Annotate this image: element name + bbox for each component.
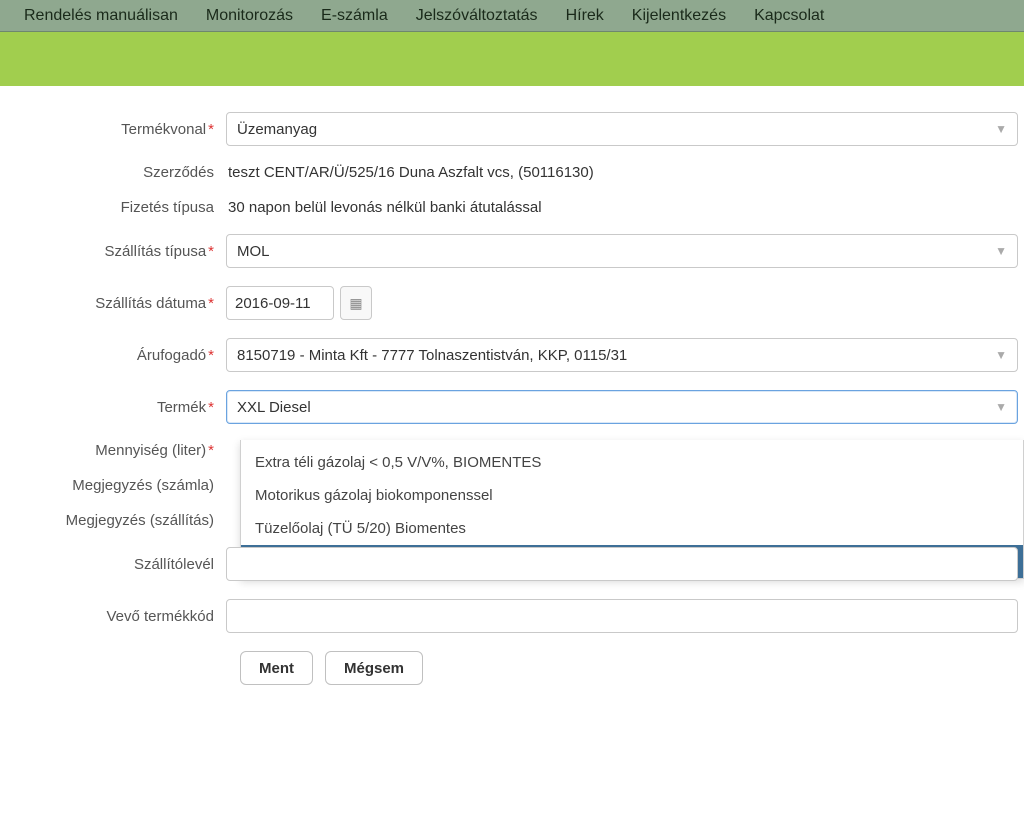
label-delivery-type: Szállítás típusa*: [0, 243, 226, 260]
label-payment-type: Fizetés típusa: [0, 199, 226, 216]
chevron-down-icon: ▼: [995, 400, 1007, 414]
label-note-invoice: Megjegyzés (számla): [0, 477, 226, 494]
payment-type-value: 30 napon belül levonás nélkül banki átut…: [226, 199, 1024, 216]
chevron-down-icon: ▼: [995, 122, 1007, 136]
nav-item-contact[interactable]: Kapcsolat: [740, 0, 838, 31]
label-product-line: Termékvonal*: [0, 121, 226, 138]
label-product: Termék*: [0, 399, 226, 416]
buyer-code-input[interactable]: [226, 599, 1018, 633]
consignee-select[interactable]: 8150719 - Minta Kft - 7777 Tolnaszentist…: [226, 338, 1018, 372]
order-form: Termékvonal* Üzemanyag ▼ Szerződés teszt…: [0, 86, 1024, 685]
calendar-icon: ▦: [349, 295, 362, 312]
delivery-type-select[interactable]: MOL ▼: [226, 234, 1018, 268]
nav-item-news[interactable]: Hírek: [552, 0, 618, 31]
label-delivery-note: Szállítólevél: [0, 556, 226, 573]
calendar-button[interactable]: ▦: [340, 286, 372, 320]
label-delivery-date: Szállítás dátuma*: [0, 295, 226, 312]
nav-item-monitoring[interactable]: Monitorozás: [192, 0, 307, 31]
contract-value: teszt CENT/AR/Ü/525/16 Duna Aszfalt vcs,…: [226, 164, 1024, 181]
product-option-0[interactable]: Extra téli gázolaj < 0,5 V/V%, BIOMENTES: [241, 446, 1023, 479]
header-banner: [0, 32, 1024, 86]
label-buyer-code: Vevő termékkód: [0, 608, 226, 625]
chevron-down-icon: ▼: [995, 348, 1007, 362]
chevron-down-icon: ▼: [995, 244, 1007, 258]
label-consignee: Árufogadó*: [0, 347, 226, 364]
label-contract: Szerződés: [0, 164, 226, 181]
label-note-delivery: Megjegyzés (szállítás): [0, 512, 226, 529]
product-line-select[interactable]: Üzemanyag ▼: [226, 112, 1018, 146]
product-option-2[interactable]: Tüzelőolaj (TÜ 5/20) Biomentes: [241, 512, 1023, 545]
delivery-note-input[interactable]: [226, 547, 1018, 581]
product-option-1[interactable]: Motorikus gázolaj biokomponenssel: [241, 479, 1023, 512]
save-button[interactable]: Ment: [240, 651, 313, 685]
nav-item-order-manual[interactable]: Rendelés manuálisan: [10, 0, 192, 31]
nav-item-einvoice[interactable]: E-számla: [307, 0, 402, 31]
top-nav: Rendelés manuálisan Monitorozás E-számla…: [0, 0, 1024, 32]
nav-item-password[interactable]: Jelszóváltoztatás: [402, 0, 552, 31]
cancel-button[interactable]: Mégsem: [325, 651, 423, 685]
product-select[interactable]: XXL Diesel ▼: [226, 390, 1018, 424]
label-quantity: Mennyiség (liter)*: [0, 442, 226, 459]
nav-item-logout[interactable]: Kijelentkezés: [618, 0, 740, 31]
delivery-date-input[interactable]: [226, 286, 334, 320]
